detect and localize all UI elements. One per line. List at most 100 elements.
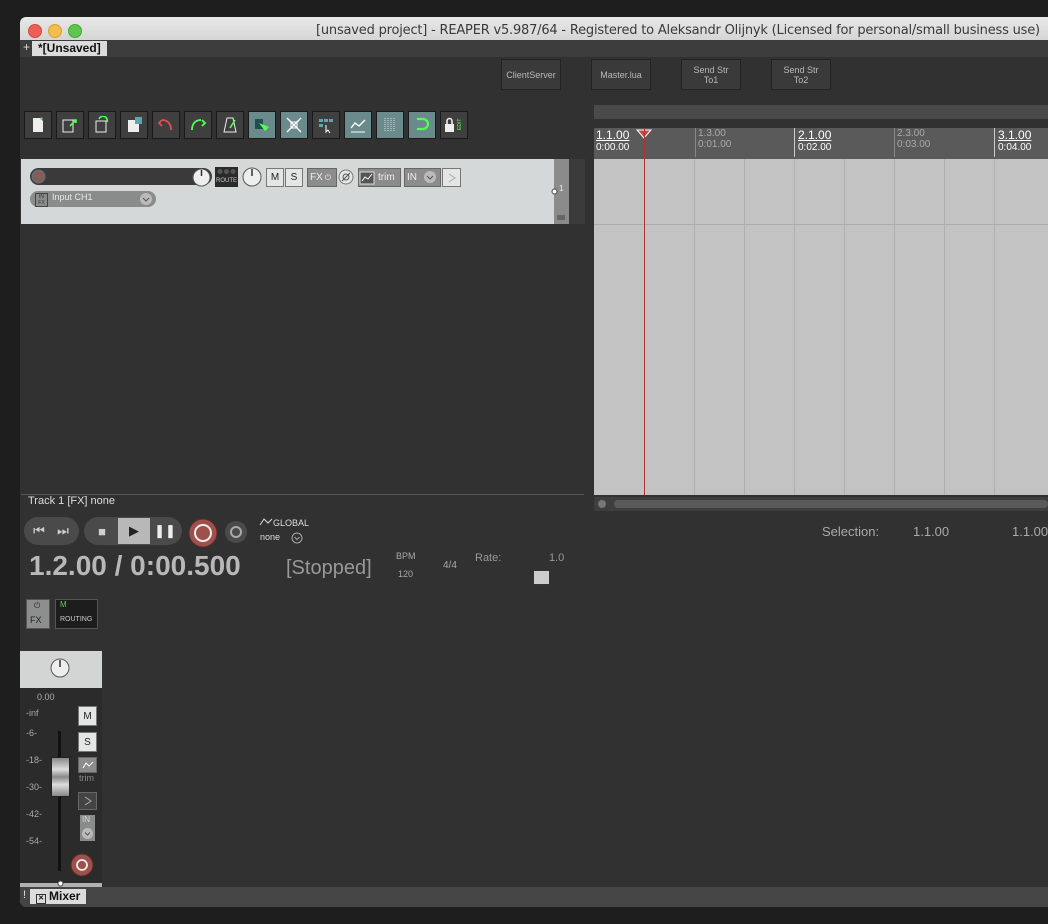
arrange-top-bar[interactable] <box>594 105 1048 119</box>
grid-line <box>894 159 895 495</box>
track-divider <box>594 224 1048 225</box>
mixer-record-arm-icon[interactable] <box>70 853 94 877</box>
master-lua-button[interactable]: Master.lua <box>591 59 651 90</box>
volume-fader[interactable] <box>51 757 70 797</box>
record-arm-icon[interactable] <box>31 169 46 184</box>
chevron-down-icon <box>424 171 436 183</box>
grouping-icon[interactable] <box>312 111 340 139</box>
track-name-field[interactable] <box>30 168 212 185</box>
send-str-label: Send Str <box>693 64 729 75</box>
lock-icon[interactable]: EDIT <box>440 111 468 139</box>
clientserver-button[interactable]: ClientServer <box>501 59 561 90</box>
chevron-down-icon <box>82 828 93 839</box>
send-str-to2-button[interactable]: Send Str To2 <box>771 59 831 90</box>
route-button[interactable]: ROUTE <box>215 167 238 187</box>
pan-knob-icon[interactable] <box>242 167 262 187</box>
selection-end[interactable]: 1.1.00 <box>1012 524 1048 539</box>
scale-mark: -42- <box>26 809 43 819</box>
svg-text:*: * <box>40 116 43 125</box>
automation-icon <box>259 518 273 526</box>
save-project-icon[interactable] <box>88 111 116 139</box>
mixer-routing-button[interactable]: M ROUTING <box>55 599 98 629</box>
in-label: IN <box>82 815 90 824</box>
repeat-icon[interactable] <box>224 520 248 544</box>
new-project-icon[interactable]: * <box>24 111 52 139</box>
play-icon[interactable]: ▶ <box>118 518 150 544</box>
envelope-icon <box>82 761 93 769</box>
mixer-solo-button[interactable]: S <box>78 732 97 752</box>
close-window-button[interactable] <box>28 24 42 38</box>
record-icon[interactable] <box>188 518 218 548</box>
arrange-view[interactable] <box>594 128 1048 495</box>
undo-icon[interactable] <box>152 111 180 139</box>
ruler-time: 0:03.00 <box>897 139 931 150</box>
scrollbar-thumb[interactable] <box>614 500 1048 508</box>
volume-knob-icon[interactable] <box>192 168 211 187</box>
mixer-fx-button[interactable]: ⏻ FX <box>26 599 50 629</box>
grid-icon[interactable] <box>376 111 404 139</box>
chevron-down-icon[interactable] <box>291 532 303 544</box>
go-to-end-icon[interactable]: ⏭ <box>52 518 74 544</box>
minimize-window-button[interactable] <box>48 24 62 38</box>
metronome-icon[interactable] <box>216 111 244 139</box>
docker-menu-button[interactable]: ! <box>23 889 26 901</box>
mixer-fipm-button[interactable] <box>78 792 97 810</box>
bpm-value[interactable]: 120 <box>398 569 413 579</box>
go-to-start-icon[interactable]: ⏮ <box>28 518 50 544</box>
routing-label: ROUTING <box>60 616 93 623</box>
close-tab-icon[interactable]: ✕ <box>36 894 46 904</box>
ruler-mark: 3.1.00 0:04.00 <box>994 128 1031 157</box>
automation-mode-button[interactable]: trim <box>358 168 401 187</box>
envelope-icon <box>359 171 375 184</box>
track-fx-button[interactable]: FX ⏻ <box>307 168 337 187</box>
position-display[interactable]: 1.2.00 / 0:00.500 <box>29 550 241 582</box>
mixer-tab[interactable]: ✕ Mixer <box>30 889 87 904</box>
free-item-positioning-button[interactable] <box>442 168 461 187</box>
master-lua-label: Master.lua <box>600 69 642 80</box>
project-settings-icon[interactable] <box>120 111 148 139</box>
route-dots-icon <box>217 169 236 174</box>
record-input-selector[interactable]: IN FX Input CH1 <box>30 191 156 207</box>
mixer-channel-strip: 0.00 -inf -6- -18- -30- -42- -54- M S tr… <box>20 651 102 903</box>
trim-label: trim <box>378 172 395 183</box>
zoom-window-button[interactable] <box>68 24 82 38</box>
rate-slider-thumb[interactable] <box>533 570 550 585</box>
global-label: GLOBAL <box>273 518 310 528</box>
ruler-mark: 2.3.00 0:03.00 <box>894 128 930 157</box>
new-tab-button[interactable]: + <box>23 40 30 55</box>
timeline-ruler[interactable]: 1.1.00 0:00.00 1.3.00 0:01.00 2.1.00 0:0… <box>594 128 1048 159</box>
send-str-to1-button[interactable]: Send Str To1 <box>681 59 741 90</box>
grid-line <box>944 159 945 495</box>
track-mute-button[interactable]: M <box>266 168 284 187</box>
record-input-label: Input CH1 <box>52 192 93 202</box>
open-project-icon[interactable] <box>56 111 84 139</box>
time-signature[interactable]: 4/4 <box>443 560 457 571</box>
auto-crossfade-icon[interactable] <box>248 111 276 139</box>
pan-knob-icon[interactable] <box>50 658 70 678</box>
envelope-points-icon[interactable] <box>344 111 372 139</box>
selection-start[interactable]: 1.1.00 <box>913 524 949 539</box>
global-automation-value[interactable]: none <box>260 532 280 542</box>
phase-invert-icon[interactable] <box>338 169 354 185</box>
project-tab-unsaved[interactable]: *[Unsaved] <box>32 41 107 56</box>
input-monitor-button[interactable]: IN <box>404 168 441 187</box>
track-solo-button[interactable]: S <box>285 168 303 187</box>
snap-icon[interactable] <box>408 111 436 139</box>
redo-icon[interactable] <box>184 111 212 139</box>
mixer-mute-button[interactable]: M <box>78 706 97 726</box>
scale-mark: -54- <box>26 836 43 846</box>
width-handle-icon <box>57 880 64 887</box>
play-state-display: [Stopped] <box>286 557 372 579</box>
track-1-panel[interactable]: ROUTE M S FX ⏻ trim IN IN FX Input CH1 1 <box>21 159 585 224</box>
ripple-edit-icon[interactable] <box>280 111 308 139</box>
horizontal-scrollbar[interactable] <box>594 497 1048 511</box>
stop-icon[interactable]: ■ <box>88 518 116 544</box>
rate-value[interactable]: 1.0 <box>549 552 564 564</box>
zoom-out-icon[interactable] <box>597 499 607 509</box>
track-folder-strip[interactable]: 1 <box>551 159 569 224</box>
mixer-automation-button[interactable] <box>78 757 97 773</box>
pause-icon[interactable]: ❚❚ <box>152 518 178 544</box>
mixer-input-monitor[interactable]: IN <box>80 815 95 841</box>
window-title: [unsaved project] - REAPER v5.987/64 - R… <box>316 23 1040 38</box>
selection-label: Selection: <box>822 524 880 539</box>
